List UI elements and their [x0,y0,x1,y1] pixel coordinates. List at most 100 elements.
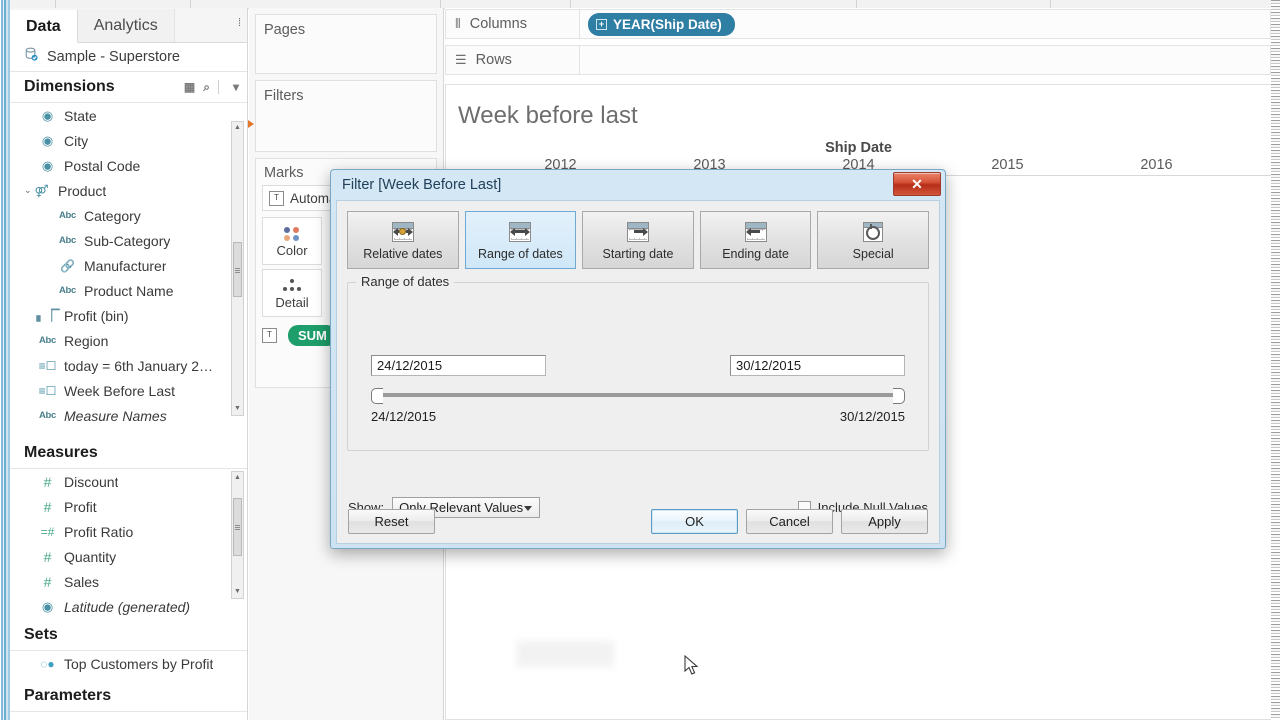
reset-button[interactable]: Reset [348,509,435,534]
number-icon: # [43,548,52,565]
slider-handle-min[interactable] [371,388,383,404]
field-label: Manufacturer [84,257,167,274]
field-product-name[interactable]: Abc Product Name [10,278,247,303]
range-group-legend: Range of dates [356,274,455,289]
filter-mode-tabs: Relative dates Range of dates Starting d… [347,211,929,269]
field-label: Product Name [84,282,174,299]
filters-label: Filters [264,88,304,104]
mode-starting-date[interactable]: Starting date [582,211,694,269]
mode-ending-date[interactable]: Ending date [699,211,812,269]
field-state[interactable]: ◉ State [10,103,247,128]
number-icon: # [43,473,52,490]
calendar-start-icon [626,220,649,244]
date-range-slider[interactable] [371,387,905,404]
mode-special[interactable]: Special [817,211,929,269]
mode-range-of-dates[interactable]: Range of dates [464,211,577,269]
number-icon: # [43,498,52,515]
start-date-input[interactable]: 24/12/2015 [371,355,546,376]
slider-handle-max[interactable] [893,388,905,404]
marks-detail-button[interactable]: Detail [262,269,322,317]
datasource-row[interactable]: Sample - Superstore [10,43,247,72]
mode-ending-date-label: Ending date [722,246,789,261]
field-sales[interactable]: # Sales [10,569,247,594]
abc-icon: Abc [58,235,77,246]
field-label: State [64,107,97,124]
axis-tick: 2015 [991,157,1024,173]
expand-plus-icon[interactable]: + [596,18,607,30]
dialog-button-row: Reset OK Cancel Apply [348,509,928,534]
columns-year-shipdate-pill[interactable]: + YEAR(Ship Date) [588,12,735,36]
field-profit-bin-size[interactable]: #Profit Bin Size [10,712,247,720]
pages-shelf[interactable]: Pages [255,14,437,74]
dimensions-scrollbar[interactable]: ▲ ▼ [231,121,244,416]
field-profit-bin[interactable]: ▖▕▔ Profit (bin) [10,303,247,328]
scroll-thumb[interactable] [233,498,242,556]
rows-dropzone[interactable] [580,45,1271,75]
field-sub-category[interactable]: Abc Sub-Category [10,228,247,253]
scroll-down-icon[interactable]: ▼ [232,403,243,415]
tab-analytics[interactable]: Analytics [77,9,175,42]
abc-icon: Abc [38,335,57,346]
dimensions-title: Dimensions [24,78,115,95]
mode-relative-dates[interactable]: Relative dates [347,211,459,269]
rows-shelf-line: ☰ Rows [445,44,1271,76]
scroll-up-icon[interactable]: ▲ [232,122,243,134]
field-profit-ratio[interactable]: =# Profit Ratio [10,519,247,544]
filters-shelf[interactable]: Filters [248,80,437,152]
field-postal-code[interactable]: ◉ Postal Code [10,153,247,178]
grid-view-icon[interactable]: ▦ [184,80,195,94]
scroll-thumb[interactable] [233,242,242,297]
sets-list[interactable]: ◌● Top Customers by Profit [10,651,247,681]
measures-scrollbar[interactable]: ▲ ▼ [231,471,244,599]
field-product[interactable]: ⌄ ⚤ Product [10,178,247,203]
cancel-button[interactable]: Cancel [746,509,833,534]
search-icon[interactable]: ⌕ [203,80,210,95]
apply-button[interactable]: Apply [841,509,928,534]
field-label: Region [64,332,109,349]
field-week-before-last[interactable]: ≡☐ Week Before Last [10,378,247,403]
dimensions-list[interactable]: ▲ ▼ ◉ State ◉ City ◉ Postal Code ⌄ ⚤ Product Abc C… [10,103,247,438]
field-label: Sub-Category [84,232,171,249]
globe-icon: ◉ [41,108,54,123]
field-region[interactable]: Abc Region [10,328,247,353]
field-manufacturer[interactable]: 🔗 Manufacturer [10,253,247,278]
expand-caret-icon[interactable]: ⌄ [24,185,34,196]
section-header-dimensions: Dimensions ▦ ⌕ ▾ [10,72,247,103]
field-quantity[interactable]: # Quantity [10,544,247,569]
columns-dropzone[interactable]: + YEAR(Ship Date) [580,9,1271,39]
marks-color-button[interactable]: Color [262,217,322,265]
slider-bound-labels: 24/12/2015 30/12/2015 [371,409,905,424]
calculated-number-icon: =# [40,524,55,539]
pane-tab-strip: Data Analytics ⁞ [10,8,247,43]
link-icon: 🔗 [60,258,75,273]
field-measure-names[interactable]: Abc Measure Names [10,403,247,428]
scroll-up-icon[interactable]: ▲ [232,472,243,484]
section-header-measures: Measures [10,438,247,469]
dialog-titlebar[interactable]: Filter [Week Before Last] ✕ [336,170,941,200]
chevron-down-icon[interactable]: ▾ [233,80,239,94]
bin-icon: ▖▕▔ [36,310,59,322]
field-label: Product [58,182,107,199]
end-date-input[interactable]: 30/12/2015 [730,355,905,376]
section-header-parameters: Parameters [10,681,247,712]
globe-icon: ◉ [41,158,54,173]
field-discount[interactable]: # Discount [10,469,247,494]
pane-options-icon[interactable]: ⁞ [238,17,241,29]
field-category[interactable]: Abc Category [10,203,247,228]
field-latitude-generated[interactable]: ◉ Latitude (generated) [10,594,247,619]
columns-shelf-line: ⦀ Columns + YEAR(Ship Date) [445,8,1271,40]
tab-data[interactable]: Data [10,10,78,43]
field-today-6th-january-2[interactable]: ≡☐ today = 6th January 2… [10,353,247,378]
measures-list[interactable]: ▲ ▼ # Discount # Profit =# Profit Ratio # Quant… [10,469,247,620]
field-city[interactable]: ◉ City [10,128,247,153]
parameters-list[interactable]: #Profit Bin Size [10,712,247,720]
field-profit[interactable]: # Profit [10,494,247,519]
blurred-artifact-2 [516,641,614,667]
scroll-down-icon[interactable]: ▼ [232,586,243,598]
tableau-window: Data Analytics ⁞ Sample - Superstore Dim… [0,0,1280,720]
close-icon[interactable]: ✕ [893,172,941,196]
slider-track[interactable] [378,393,898,397]
calculated-field-icon: ≡☐ [38,383,57,398]
ok-button[interactable]: OK [651,509,738,534]
field-top-customers-by-profit[interactable]: ◌● Top Customers by Profit [10,651,247,676]
